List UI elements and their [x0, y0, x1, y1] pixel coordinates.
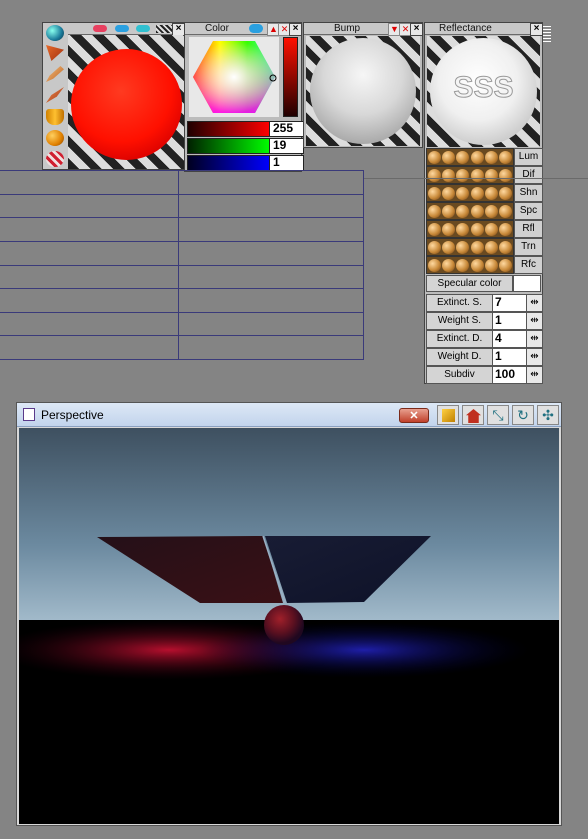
shn-button[interactable]: Shn [514, 184, 543, 202]
material-balls-transparency[interactable] [426, 238, 514, 256]
color-panel-title-bar: Color ▲ ✕ × [185, 23, 302, 36]
weight-d-label: Weight D. [426, 348, 493, 366]
color-panel: Color ▲ ✕ × 255 19 1 [184, 22, 304, 172]
bump-panel-title-bar: Bump ▼ ✕ × [304, 23, 423, 36]
close-icon[interactable]: × [530, 23, 543, 36]
pill-blue-icon[interactable] [115, 25, 129, 32]
weight-s-arrows-icon[interactable]: ⇹ [526, 312, 543, 330]
pill-cyan-icon[interactable] [136, 25, 150, 32]
checker-icon[interactable] [156, 25, 172, 33]
specular-color-label: Specular color [426, 275, 513, 292]
weight-d-value[interactable]: 1 [492, 348, 530, 366]
window-app-icon [23, 408, 35, 421]
horizon-divider [364, 178, 588, 179]
extinct-d-value[interactable]: 4 [492, 330, 530, 348]
dif-button[interactable]: Dif [514, 166, 543, 184]
texture-icon[interactable] [46, 151, 64, 167]
ball-icon[interactable] [46, 130, 64, 146]
blue-slider[interactable] [187, 155, 271, 171]
brightness-bar[interactable] [283, 37, 298, 117]
cylinder-icon[interactable] [46, 109, 64, 125]
material-balls-shininess[interactable] [426, 184, 514, 202]
perspective-title-bar: Perspective ✕ ⤡ ↻ ✣ [17, 403, 561, 427]
render-scene [19, 428, 559, 824]
bump-panel-title: Bump [334, 23, 361, 34]
reflectance-panel-title-bar: Reflectance × [425, 23, 543, 36]
extinct-s-arrows-icon[interactable]: ⇹ [526, 294, 543, 312]
cube-icon[interactable] [437, 405, 459, 425]
material-balls-specular[interactable] [426, 202, 514, 220]
sphere-icon[interactable] [46, 25, 64, 41]
globe-icon[interactable] [249, 24, 263, 33]
color-wheel-area[interactable] [189, 37, 279, 117]
bump-sphere-preview [310, 38, 416, 144]
lum-button[interactable]: Lum [514, 148, 543, 166]
subdiv-arrows-icon[interactable]: ⇹ [526, 366, 543, 384]
material-balls-reflection[interactable] [426, 220, 514, 238]
rfc-button[interactable]: Rfc [514, 256, 543, 274]
axes-icon[interactable]: ⤡ [487, 405, 509, 425]
rotate-icon[interactable]: ↻ [512, 405, 534, 425]
spc-button[interactable]: Spc [514, 202, 543, 220]
close-icon[interactable]: × [410, 23, 423, 36]
color-hexagon[interactable] [189, 37, 279, 117]
red-sphere-preview [71, 49, 182, 160]
close-icon[interactable]: × [289, 23, 302, 36]
material-balls-luminosity[interactable] [426, 148, 514, 166]
weight-s-value[interactable]: 1 [492, 312, 530, 330]
panel-resize-grip[interactable] [543, 26, 551, 42]
red-slider[interactable] [187, 121, 271, 137]
sss-label: SSS [453, 71, 514, 105]
pencil-icon[interactable] [46, 66, 64, 82]
extinct-d-arrows-icon[interactable]: ⇹ [526, 330, 543, 348]
green-value[interactable]: 19 [269, 138, 304, 154]
subdiv-value[interactable]: 100 [492, 366, 530, 384]
material-balls-refraction[interactable] [426, 256, 514, 274]
blue-light-spot [199, 622, 529, 678]
green-slider[interactable] [187, 138, 271, 154]
red-value[interactable]: 255 [269, 121, 304, 137]
color-panel-title: Color [205, 23, 229, 34]
tool-column [43, 23, 68, 169]
rfl-button[interactable]: Rfl [514, 220, 543, 238]
extinct-s-label: Extinct. S. [426, 294, 493, 312]
red-sphere-object [264, 605, 304, 645]
cone-icon[interactable] [46, 45, 64, 61]
weight-s-label: Weight S. [426, 312, 493, 330]
material-preview-panel: × [42, 22, 185, 170]
extinct-s-value[interactable]: 7 [492, 294, 530, 312]
blue-value[interactable]: 1 [269, 155, 304, 171]
pill-red-icon[interactable] [93, 25, 107, 32]
house-icon[interactable] [462, 405, 484, 425]
specular-color-swatch[interactable] [513, 275, 541, 292]
trn-button[interactable]: Trn [514, 238, 543, 256]
background-grid [0, 170, 364, 360]
perspective-window: Perspective ✕ ⤡ ↻ ✣ [16, 402, 562, 826]
move-icon[interactable]: ✣ [537, 405, 559, 425]
paint-icon[interactable] [46, 87, 64, 103]
extinct-d-label: Extinct. D. [426, 330, 493, 348]
preview-toolbar: × [68, 23, 185, 36]
weight-d-arrows-icon[interactable]: ⇹ [526, 348, 543, 366]
subdiv-label: Subdiv [426, 366, 493, 384]
render-viewport[interactable] [19, 428, 559, 824]
reflectance-panel-title: Reflectance [439, 23, 492, 34]
window-title: Perspective [41, 408, 104, 422]
bump-panel: Bump ▼ ✕ × [303, 22, 423, 148]
window-close-button[interactable]: ✕ [399, 408, 429, 423]
material-balls-diffuse[interactable] [426, 166, 514, 184]
